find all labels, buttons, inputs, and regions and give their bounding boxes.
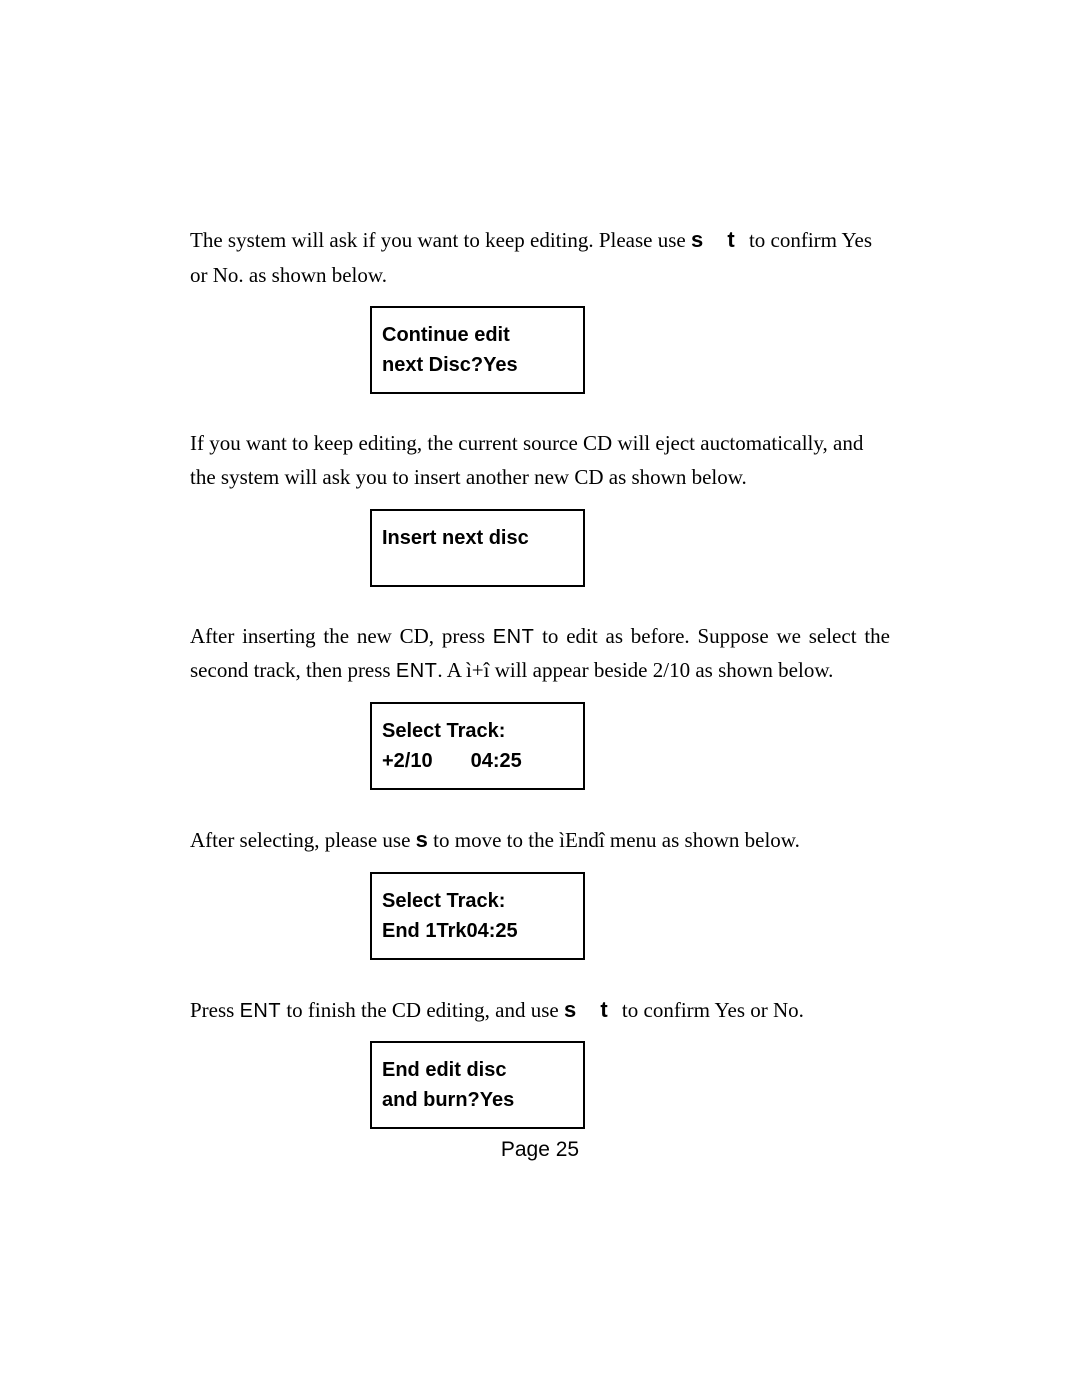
lcd-display-end-edit: End edit disc and burn?Yes [370,1041,585,1129]
lcd-line-1: Select Track: [382,716,573,746]
key-st-icon: s t [691,227,744,252]
para4-text-b: to move to the ìEndî menu as shown below… [428,828,800,852]
ent-key-label: ENT [240,1000,282,1022]
lcd-line-1: Continue edit [382,320,573,350]
lcd-line-1: Select Track: [382,886,573,916]
lcd-display-continue-edit: Continue edit next Disc?Yes [370,306,585,394]
lcd-line-2: End 1Trk04:25 [382,916,573,946]
page-content: The system will ask if you want to keep … [190,222,890,1161]
key-s-icon: s [416,827,428,852]
lcd-display-select-track-1: Select Track: +2/10 04:25 [370,702,585,790]
para3-text-a: After inserting the new CD, press [190,624,493,648]
para5-text-c: to confirm Yes or No. [617,998,804,1022]
para5-text-b: to finish the CD editing, and use [281,998,564,1022]
ent-key-label: ENT [493,626,535,648]
para4-text-a: After selecting, please use [190,828,416,852]
paragraph-4: After selecting, please use s to move to… [190,822,890,858]
para2-text: If you want to keep editing, the current… [190,431,863,489]
key-st-icon: s t [564,997,617,1022]
page-number: Page 25 [0,1138,1080,1162]
paragraph-3: After inserting the new CD, press ENT to… [190,619,890,688]
lcd-line-2: next Disc?Yes [382,350,573,380]
paragraph-5: Press ENT to finish the CD editing, and … [190,992,890,1028]
paragraph-2: If you want to keep editing, the current… [190,426,890,494]
lcd-line-1: Insert next disc [382,523,573,553]
page-number-label: Page 25 [501,1138,579,1161]
track-number: +2/10 [382,750,433,772]
para1-text-a: The system will ask if you want to keep … [190,228,691,252]
para5-text-a: Press [190,998,240,1022]
para3-text-c: . A ì+î will appear beside 2/10 as shown… [437,658,833,682]
lcd-line-2: +2/10 04:25 [382,746,573,776]
lcd-line-2: and burn?Yes [382,1085,573,1115]
lcd-line-1: End edit disc [382,1055,573,1085]
lcd-display-select-track-end: Select Track: End 1Trk04:25 [370,872,585,960]
ent-key-label: ENT [396,660,438,682]
track-time: 04:25 [471,750,522,772]
lcd-display-insert-disc: Insert next disc [370,509,585,587]
paragraph-1: The system will ask if you want to keep … [190,222,890,292]
